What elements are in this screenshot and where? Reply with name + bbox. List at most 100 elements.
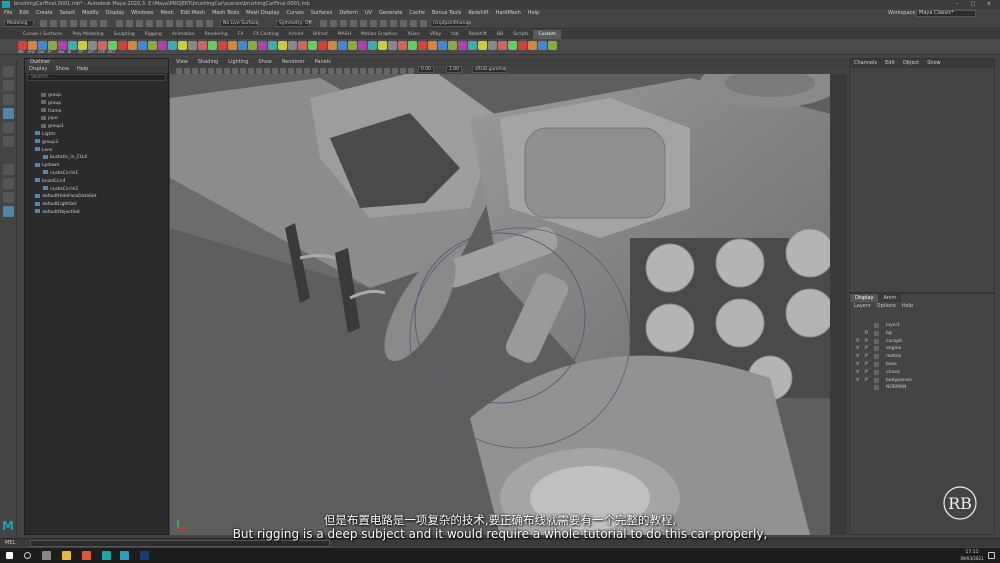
brave-browser-icon[interactable] bbox=[82, 551, 91, 560]
shelf-tab[interactable]: Poly Modeling bbox=[68, 30, 109, 39]
status-tool-icon[interactable] bbox=[50, 20, 57, 27]
layer-visibility-toggle[interactable]: V bbox=[856, 369, 861, 377]
viewport-tool-icon[interactable] bbox=[408, 68, 414, 74]
shelf-tool-icon[interactable] bbox=[538, 41, 547, 50]
workspace-select[interactable]: Maya Classic* bbox=[916, 10, 976, 17]
shelf-tool-icon[interactable] bbox=[218, 41, 227, 50]
outliner-item[interactable]: Lpdown bbox=[29, 162, 168, 170]
menu-item[interactable]: Display bbox=[106, 9, 124, 18]
search-icon[interactable] bbox=[24, 552, 31, 559]
shelf-tool-icon[interactable] bbox=[148, 41, 157, 50]
layer-row[interactable]: NORMAN bbox=[850, 384, 994, 392]
outliner-search-input[interactable]: Search... bbox=[27, 74, 166, 81]
channel-menu-item[interactable]: Object bbox=[903, 59, 919, 68]
viewport-tool-icon[interactable] bbox=[208, 68, 214, 74]
menu-item[interactable]: Mesh Display bbox=[246, 9, 279, 18]
rotate-tool-icon[interactable] bbox=[3, 122, 14, 133]
shelf-tab[interactable]: Curves / Surfaces bbox=[18, 30, 68, 39]
shelf-tool-icon[interactable] bbox=[438, 41, 447, 50]
outliner-item[interactable]: bezelCirc4 bbox=[29, 178, 168, 186]
viewport-tool-icon[interactable] bbox=[384, 68, 390, 74]
outliner-item[interactable]: group bbox=[29, 100, 168, 108]
layer-playback-toggle[interactable]: R bbox=[865, 330, 870, 338]
shelf-tab[interactable]: MASH bbox=[333, 30, 356, 39]
shelf-tab[interactable]: Motion Graphics bbox=[356, 30, 403, 39]
outliner-item[interactable]: group bbox=[29, 92, 168, 100]
shelf-tab[interactable]: Bifrost bbox=[308, 30, 333, 39]
close-icon[interactable]: × bbox=[982, 0, 996, 9]
menu-item[interactable]: Edit bbox=[19, 9, 29, 18]
layer-visibility-toggle[interactable]: V bbox=[856, 377, 861, 385]
status-tool-icon[interactable] bbox=[166, 20, 173, 27]
layout-persp-outliner-icon[interactable] bbox=[3, 206, 14, 217]
status-tool-icon[interactable] bbox=[100, 20, 107, 27]
shelf-tool-icon[interactable] bbox=[518, 41, 527, 50]
channel-menu-item[interactable]: Edit bbox=[885, 59, 895, 68]
shelf-tool-icon[interactable] bbox=[178, 41, 187, 50]
windows-start-icon[interactable] bbox=[6, 552, 13, 559]
menu-item[interactable]: Create bbox=[36, 9, 53, 18]
shelf-tool-icon[interactable] bbox=[468, 41, 477, 50]
viewport-tool-icon[interactable] bbox=[312, 68, 318, 74]
status-tool-icon[interactable] bbox=[370, 20, 377, 27]
shelf-tool-icon[interactable] bbox=[18, 41, 27, 50]
menu-item[interactable]: Edit Mesh bbox=[181, 9, 205, 18]
status-tool-icon[interactable] bbox=[350, 20, 357, 27]
menu-item[interactable]: Windows bbox=[131, 9, 153, 18]
channel-menu-item[interactable]: Channels bbox=[854, 59, 877, 68]
layer-row[interactable]: V Pcockpit bbox=[850, 338, 994, 346]
layout-four-icon[interactable] bbox=[3, 178, 14, 189]
shelf-tool-icon[interactable] bbox=[208, 41, 217, 50]
layer-row[interactable]: V Pbase bbox=[850, 361, 994, 369]
viewport-tool-icon[interactable] bbox=[280, 68, 286, 74]
shelf-tool-icon[interactable] bbox=[268, 41, 277, 50]
shelf-tool-icon[interactable] bbox=[278, 41, 287, 50]
layer-menu-item[interactable]: Options bbox=[877, 302, 896, 310]
menu-item[interactable]: File bbox=[4, 9, 12, 18]
status-tool-icon[interactable] bbox=[80, 20, 87, 27]
maya-taskbar-icon[interactable] bbox=[102, 551, 111, 560]
viewport-tool-icon[interactable] bbox=[392, 68, 398, 74]
task-view-icon[interactable] bbox=[42, 551, 51, 560]
viewport-tool-icon[interactable] bbox=[216, 68, 222, 74]
status-tool-icon[interactable] bbox=[146, 20, 153, 27]
viewport-tool-icon[interactable] bbox=[328, 68, 334, 74]
menu-item[interactable]: Deform bbox=[339, 9, 358, 18]
outliner-item[interactable]: Lens bbox=[29, 147, 168, 155]
shelf-tool-icon[interactable] bbox=[488, 41, 497, 50]
move-tool-icon[interactable] bbox=[3, 108, 14, 119]
shelf-tool-icon[interactable] bbox=[158, 41, 167, 50]
shelf-tool-icon[interactable] bbox=[108, 41, 117, 50]
minimize-icon[interactable]: – bbox=[950, 0, 964, 9]
menu-item[interactable]: HardMesh bbox=[496, 9, 521, 18]
lasso-tool-icon[interactable] bbox=[3, 80, 14, 91]
menu-item[interactable]: Cache bbox=[409, 9, 425, 18]
menu-item[interactable]: Modify bbox=[82, 9, 99, 18]
status-tool-icon[interactable] bbox=[340, 20, 347, 27]
shelf-tool-icon[interactable] bbox=[408, 41, 417, 50]
viewport-tool-icon[interactable] bbox=[200, 68, 206, 74]
shelf-tab[interactable]: FX bbox=[233, 30, 249, 39]
status-tool-icon[interactable] bbox=[186, 20, 193, 27]
status-tool-icon[interactable] bbox=[116, 20, 123, 27]
outliner-item[interactable]: group3 bbox=[29, 139, 168, 147]
status-tool-icon[interactable] bbox=[320, 20, 327, 27]
shelf-tool-icon[interactable] bbox=[428, 41, 437, 50]
layer-playback-toggle[interactable]: P bbox=[865, 361, 870, 369]
shelf-tab[interactable]: Scripts bbox=[508, 30, 533, 39]
shelf-tool-icon[interactable] bbox=[228, 41, 237, 50]
outliner-item[interactable]: nurbsCircle2 bbox=[29, 186, 168, 194]
layer-tab[interactable]: Anim bbox=[878, 294, 902, 302]
viewport-tool-icon[interactable] bbox=[232, 68, 238, 74]
status-tool-icon[interactable] bbox=[206, 20, 213, 27]
shelf-tool-icon[interactable] bbox=[78, 41, 87, 50]
layer-visibility-toggle[interactable]: V bbox=[856, 353, 861, 361]
status-tool-icon[interactable] bbox=[330, 20, 337, 27]
status-tool-icon[interactable] bbox=[60, 20, 67, 27]
shelf-tool-icon[interactable] bbox=[48, 41, 57, 50]
viewport-tool-icon[interactable] bbox=[256, 68, 262, 74]
shelf-tool-icon[interactable] bbox=[418, 41, 427, 50]
shelf-tab[interactable]: Rigging bbox=[140, 30, 167, 39]
shelf-tab[interactable]: BB bbox=[492, 30, 508, 39]
status-tool-icon[interactable] bbox=[400, 20, 407, 27]
